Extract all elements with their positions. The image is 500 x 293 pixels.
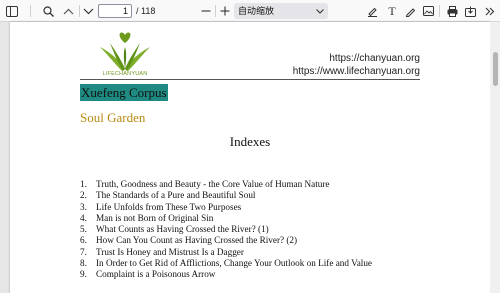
- toc-item-title: Truth, Goodness and Beauty - the Core Va…: [96, 179, 330, 189]
- chevron-down-icon: [83, 8, 93, 14]
- zoom-in-icon: [220, 6, 230, 16]
- text-icon: T: [388, 3, 396, 18]
- toc-item-title: How Can You Count as Having Crossed the …: [96, 235, 298, 246]
- image-icon: [422, 6, 434, 16]
- website-url-1[interactable]: https://chanyuan.org: [329, 53, 420, 64]
- toc-item-title: In Order to Get Rid of Afflictions, Chan…: [96, 258, 373, 269]
- find-button[interactable]: [40, 0, 56, 22]
- toolbar-separator: [30, 5, 31, 17]
- pdf-toolbar: / 118 自动缩放 T: [0, 0, 500, 22]
- toolbar-separator: [439, 5, 440, 17]
- toc-item-title: Life Unfolds from These Two Purposes: [96, 201, 242, 212]
- logo-text: LIFECHANYUAN: [102, 71, 148, 77]
- indexes-heading: Indexes: [229, 134, 271, 149]
- toc-item[interactable]: 5. What Counts as Having Crossed the Rive…: [80, 224, 372, 235]
- toc-item[interactable]: 4. Man is not Born of Original Sin: [80, 213, 372, 224]
- pdf-page: LIFECHANYUAN https://chanyuan.org https:…: [10, 22, 490, 293]
- highlight-button[interactable]: [364, 0, 380, 22]
- save-icon: [464, 6, 476, 17]
- sidebar-toggle-icon: [6, 5, 18, 17]
- draw-icon: [405, 7, 415, 17]
- toc-item[interactable]: 7. Trust Is Honey and Mistrust Is a Dagge…: [80, 247, 372, 258]
- corpus-title-highlighted: Xuefeng Corpus: [80, 84, 168, 101]
- zoom-select[interactable]: 自动缩放: [234, 3, 328, 19]
- print-button[interactable]: [444, 0, 460, 22]
- book-subtitle: Soul Garden: [80, 110, 146, 125]
- toc-item[interactable]: 2. The Standards of a Pure and Beautiful …: [80, 190, 372, 201]
- chevron-up-icon: [63, 8, 73, 14]
- vertical-scrollbar[interactable]: [490, 22, 500, 293]
- zoom-out-icon: [201, 10, 211, 12]
- sidebar-toggle-button[interactable]: [4, 0, 20, 22]
- toc-item-title: Trust Is Honey and Mistrust Is a Dagger: [96, 246, 244, 257]
- page-number-input[interactable]: [98, 4, 132, 18]
- toc-item-number: 7.: [80, 246, 87, 257]
- toc-item[interactable]: 6. How Can You Count as Having Crossed th…: [80, 235, 372, 246]
- toc-item-title: The Standards of a Pure and Beautiful So…: [96, 190, 256, 201]
- page-count: / 118: [136, 6, 156, 16]
- text-tool-button[interactable]: T: [384, 0, 400, 22]
- toc-item-number: 2.: [80, 190, 87, 201]
- more-tools-icon: [485, 7, 495, 15]
- toc-item-number: 6.: [80, 235, 87, 246]
- zoom-out-button[interactable]: [199, 0, 213, 22]
- zoom-in-button[interactable]: [218, 0, 232, 22]
- toc-item[interactable]: 8. In Order to Get Rid of Afflictions, Ch…: [80, 258, 372, 269]
- toolbar-separator: [215, 5, 216, 17]
- header-divider: [80, 79, 420, 80]
- toc-item-title: Man is not Born of Original Sin: [96, 212, 214, 223]
- lifechanyuan-logo: [100, 32, 150, 71]
- search-icon: [42, 5, 54, 17]
- zoom-select-value: 自动缩放: [238, 6, 275, 16]
- table-of-contents: 1. Truth, Goodness and Beauty - the Core …: [80, 179, 372, 281]
- toc-item-number: 1.: [80, 179, 87, 189]
- toc-item-number: 8.: [80, 258, 87, 269]
- scrollbar-thumb[interactable]: [493, 52, 498, 86]
- toc-item-title: What Counts as Having Crossed the River?…: [96, 224, 269, 235]
- toc-item-number: 3.: [80, 201, 87, 212]
- print-icon: [447, 5, 457, 17]
- next-page-button[interactable]: [80, 0, 96, 22]
- toc-item[interactable]: 3. Life Unfolds from These Two Purposes: [80, 202, 372, 213]
- toc-item-title: Complaint is a Poisonous Arrow: [96, 269, 216, 280]
- toc-item[interactable]: 9. Complaint is a Poisonous Arrow: [80, 269, 372, 280]
- toc-item-number: 9.: [80, 269, 87, 280]
- image-button[interactable]: [420, 0, 436, 22]
- save-button[interactable]: [462, 0, 478, 22]
- highlight-icon: [367, 7, 377, 17]
- previous-page-button[interactable]: [60, 0, 76, 22]
- toc-item-number: 4.: [80, 212, 87, 223]
- chevron-down-icon: [316, 3, 324, 19]
- website-url-2[interactable]: https://www.lifechanyuan.org: [293, 66, 420, 77]
- more-tools-button[interactable]: [482, 0, 498, 22]
- draw-button[interactable]: [402, 0, 418, 22]
- toc-item-number: 5.: [80, 224, 87, 235]
- toc-item[interactable]: 1. Truth, Goodness and Beauty - the Core …: [80, 179, 372, 190]
